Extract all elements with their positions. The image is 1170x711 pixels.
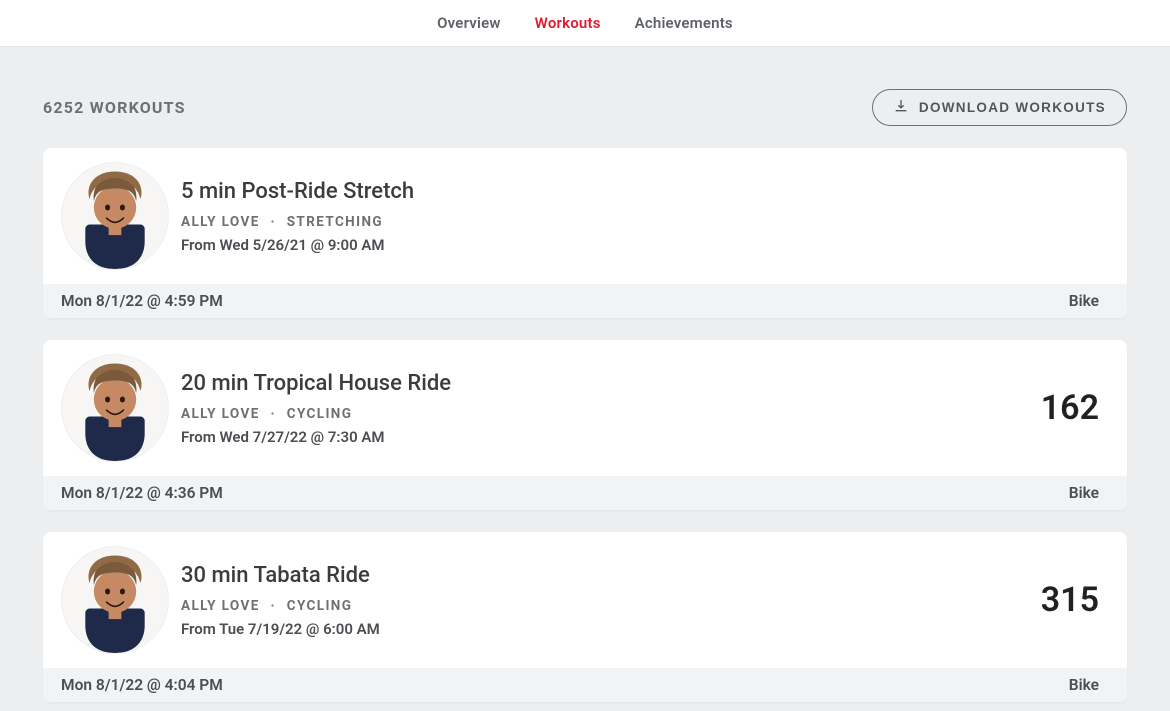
- workout-completed-time: Mon 8/1/22 @ 4:59 PM: [61, 292, 223, 310]
- meta-separator: ·: [270, 598, 275, 614]
- workout-metric: 315: [1041, 580, 1099, 620]
- tab-overview[interactable]: Overview: [437, 14, 501, 32]
- workout-card-body: 30 min Tabata Ride ALLY LOVE · CYCLING F…: [43, 532, 1127, 668]
- workout-category: STRETCHING: [287, 214, 383, 230]
- workout-instructor: ALLY LOVE: [181, 214, 260, 230]
- workout-title: 30 min Tabata Ride: [181, 563, 1021, 588]
- workout-device: Bike: [1069, 676, 1099, 694]
- workout-from: From Tue 7/19/22 @ 6:00 AM: [181, 620, 1021, 638]
- workout-info: 20 min Tropical House Ride ALLY LOVE · C…: [181, 371, 1021, 446]
- workout-card-footer: Mon 8/1/22 @ 4:59 PM Bike: [43, 284, 1127, 318]
- instructor-avatar: [61, 546, 169, 654]
- instructor-avatar: [61, 162, 169, 270]
- workout-title: 5 min Post-Ride Stretch: [181, 179, 1099, 204]
- workout-category: CYCLING: [287, 406, 353, 422]
- workout-from: From Wed 7/27/22 @ 7:30 AM: [181, 428, 1021, 446]
- content-area: 6252 WORKOUTS DOWNLOAD WORKOUTS: [0, 47, 1170, 702]
- workout-category: CYCLING: [287, 598, 353, 614]
- workout-device: Bike: [1069, 484, 1099, 502]
- workout-instructor: ALLY LOVE: [181, 406, 260, 422]
- download-workouts-button[interactable]: DOWNLOAD WORKOUTS: [872, 89, 1127, 126]
- workout-card[interactable]: 20 min Tropical House Ride ALLY LOVE · C…: [43, 340, 1127, 510]
- meta-separator: ·: [270, 406, 275, 422]
- tab-bar: Overview Workouts Achievements: [0, 0, 1170, 47]
- workout-card[interactable]: 30 min Tabata Ride ALLY LOVE · CYCLING F…: [43, 532, 1127, 702]
- workout-completed-time: Mon 8/1/22 @ 4:04 PM: [61, 676, 223, 694]
- download-workouts-label: DOWNLOAD WORKOUTS: [919, 100, 1106, 115]
- workout-card-footer: Mon 8/1/22 @ 4:36 PM Bike: [43, 476, 1127, 510]
- download-icon: [893, 98, 909, 117]
- workout-title: 20 min Tropical House Ride: [181, 371, 1021, 396]
- workout-info: 30 min Tabata Ride ALLY LOVE · CYCLING F…: [181, 563, 1021, 638]
- workout-instructor: ALLY LOVE: [181, 598, 260, 614]
- workout-meta: ALLY LOVE · CYCLING: [181, 598, 1021, 614]
- workout-meta: ALLY LOVE · STRETCHING: [181, 214, 1099, 230]
- tab-achievements[interactable]: Achievements: [635, 14, 733, 32]
- tab-workouts[interactable]: Workouts: [535, 14, 601, 32]
- workout-metric: 162: [1041, 388, 1099, 428]
- workout-card-body: 20 min Tropical House Ride ALLY LOVE · C…: [43, 340, 1127, 476]
- workout-info: 5 min Post-Ride Stretch ALLY LOVE · STRE…: [181, 179, 1099, 254]
- workout-meta: ALLY LOVE · CYCLING: [181, 406, 1021, 422]
- workout-count: 6252 WORKOUTS: [43, 98, 186, 117]
- workout-completed-time: Mon 8/1/22 @ 4:36 PM: [61, 484, 223, 502]
- meta-separator: ·: [270, 214, 275, 230]
- workout-from: From Wed 5/26/21 @ 9:00 AM: [181, 236, 1099, 254]
- instructor-avatar: [61, 354, 169, 462]
- workout-card[interactable]: 5 min Post-Ride Stretch ALLY LOVE · STRE…: [43, 148, 1127, 318]
- workout-card-footer: Mon 8/1/22 @ 4:04 PM Bike: [43, 668, 1127, 702]
- workout-card-body: 5 min Post-Ride Stretch ALLY LOVE · STRE…: [43, 148, 1127, 284]
- header-row: 6252 WORKOUTS DOWNLOAD WORKOUTS: [43, 89, 1127, 126]
- workout-device: Bike: [1069, 292, 1099, 310]
